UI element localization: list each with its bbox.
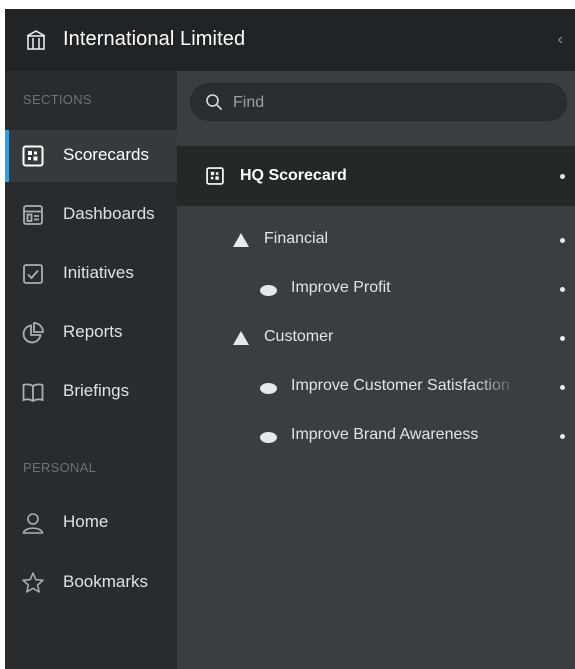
scorecard-icon [206,167,224,185]
scorecard-tree-panel: HQ Scorecard Financial Improve Profit Cu… [177,71,575,669]
sidebar-item-reports[interactable]: Reports [5,307,177,359]
sidebar-item-label: Scorecards [63,145,149,164]
perspective-triangle-icon [233,331,249,345]
tree-item-financial[interactable]: Financial [177,218,575,262]
row-dot-icon [560,336,565,341]
objective-ellipse-icon [260,383,277,394]
checkbox-icon [23,264,43,284]
row-dot-icon [560,238,565,243]
tree-item-improve-customer-satisfaction[interactable]: Improve Customer Satisfaction [177,365,575,409]
building-icon [26,30,46,50]
perspective-triangle-icon [233,233,249,247]
tree-root-hq-scorecard[interactable]: HQ Scorecard [177,146,575,206]
tree-root-label: HQ Scorecard [240,167,347,184]
tree-item-label: Customer [264,328,334,345]
objective-ellipse-icon [260,285,277,296]
row-dot-icon [560,385,565,390]
sidebar-item-label: Home [63,512,109,531]
sidebar-item-bookmarks[interactable]: Bookmarks [5,557,177,609]
dashboard-icon [23,205,43,225]
sidebar-item-label: Dashboards [63,204,155,223]
app-window: International Limited ‹ SECTIONS Scoreca… [5,9,575,669]
organization-title: International Limited [63,28,246,50]
personal-heading: PERSONAL [23,460,97,475]
tree-item-label: Financial [264,230,329,247]
sidebar-item-label: Initiatives [63,263,134,282]
pie-chart-icon [22,322,44,344]
user-icon [22,513,44,534]
book-icon [22,383,44,403]
scorecard-icon [22,145,44,167]
sidebar-item-label: Bookmarks [63,572,149,591]
tree-item-label: Improve Brand Awareness [291,426,479,443]
row-dot-icon [560,434,565,439]
search-input[interactable] [231,91,555,115]
row-dot-icon [560,174,565,179]
sidebar-item-home[interactable]: Home [5,497,177,549]
tree-item-label: Improve Profit [291,279,391,296]
sidebar-item-briefings[interactable]: Briefings [5,366,177,418]
objective-ellipse-icon [260,432,277,443]
tree-item-customer[interactable]: Customer [177,316,575,360]
tree-item-improve-profit[interactable]: Improve Profit [177,267,575,311]
app-header: International Limited ‹ [5,9,575,71]
tree-item-label: Improve Customer Satisfaction [291,377,510,394]
sidebar: SECTIONS Scorecards Dashboards Initiativ… [5,71,177,669]
sections-heading: SECTIONS [23,92,92,107]
sidebar-item-initiatives[interactable]: Initiatives [5,248,177,300]
search-icon [206,94,223,111]
row-dot-icon [560,287,565,292]
tree-item-improve-brand-awareness[interactable]: Improve Brand Awareness [177,414,575,458]
sidebar-item-scorecards[interactable]: Scorecards [5,130,177,182]
search-box[interactable] [190,83,567,121]
collapse-sidebar-button[interactable]: ‹ [558,31,563,49]
sidebar-item-label: Reports [63,322,123,341]
sidebar-item-label: Briefings [63,381,130,400]
sidebar-item-dashboards[interactable]: Dashboards [5,189,177,241]
star-icon [22,572,44,593]
